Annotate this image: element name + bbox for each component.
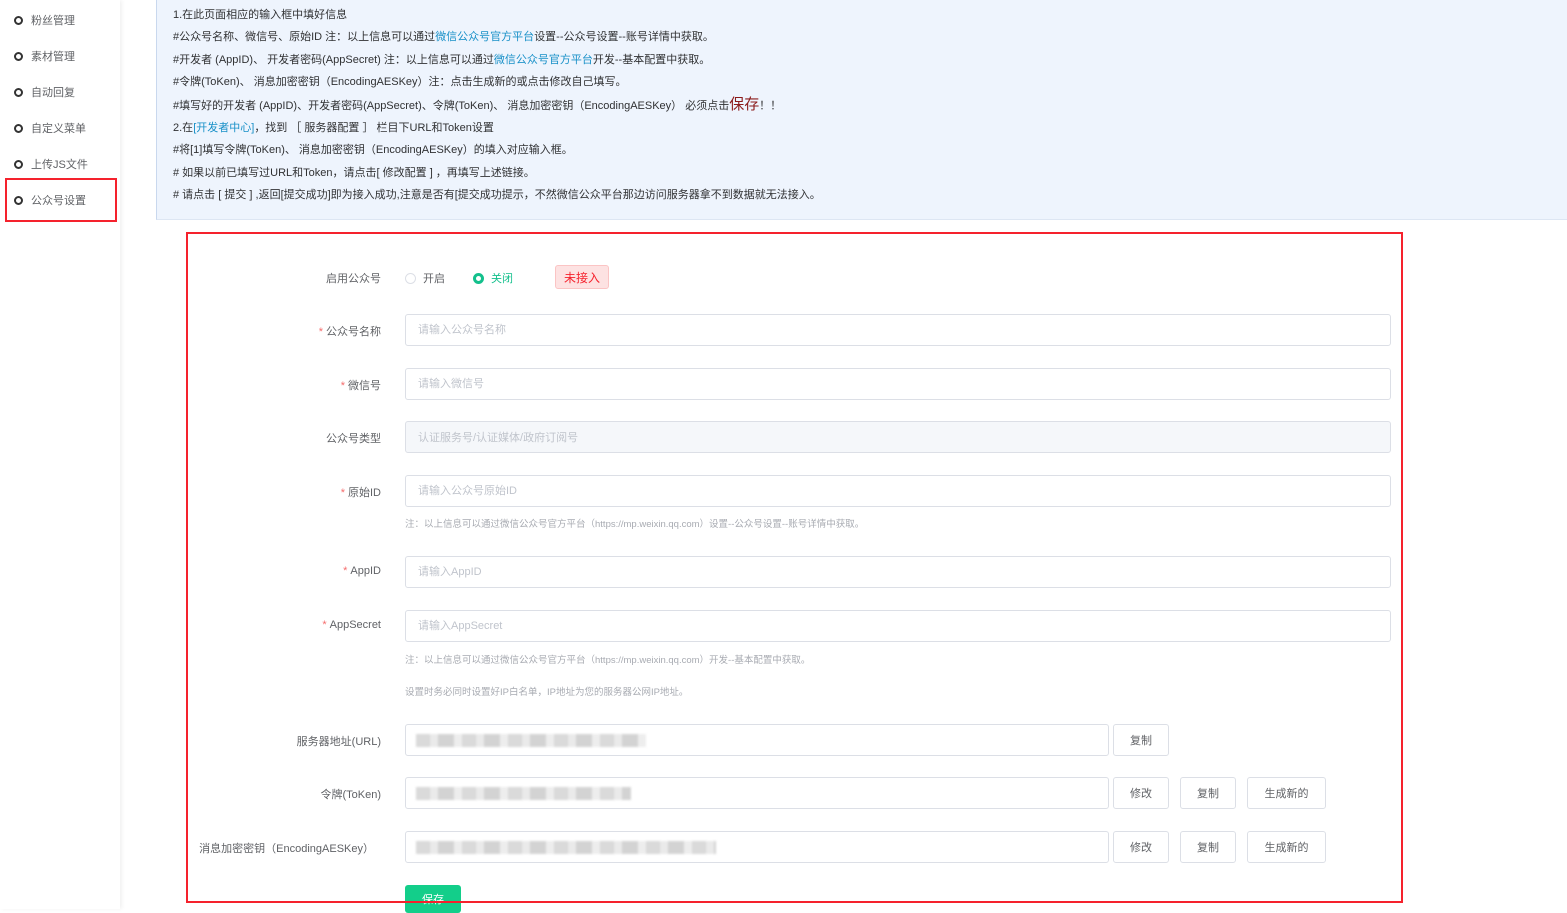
radio-on[interactable]: 开启	[405, 270, 445, 286]
instruction-line: 2.在[开发者中心]，找到 ［ 服务器配置 ］ 栏目下URL和Token设置	[173, 119, 494, 135]
sidebar-item-label: 粉丝管理	[31, 15, 75, 27]
original-id-input[interactable]	[405, 475, 1391, 507]
appid-input[interactable]	[405, 556, 1391, 588]
instruction-line: 1.在此页面相应的输入框中填好信息	[173, 9, 348, 21]
circle-icon	[14, 51, 23, 61]
sidebar-item-label: 上传JS文件	[31, 159, 88, 171]
circle-icon	[14, 123, 23, 133]
enable-label: 启用公众号	[326, 273, 381, 285]
origid-label: * 原始ID	[340, 487, 381, 499]
sidebar: 粉丝管理 素材管理 自动回复 自定义菜单 上传JS文件 公众号设置	[0, 0, 120, 909]
account-name-input[interactable]	[405, 314, 1391, 346]
hint-text: 注：以上信息可以通过微信公众号官方平台（https://mp.weixin.qq…	[405, 655, 811, 666]
sidebar-item-custom-menu[interactable]: 自定义菜单	[14, 118, 86, 138]
aes-key-label: 消息加密密钥（EncodingAESKey）	[199, 843, 374, 855]
official-platform-link[interactable]: 微信公众号官方平台	[494, 54, 593, 66]
hint-text: 注：以上信息可以通过微信公众号官方平台（https://mp.weixin.qq…	[405, 519, 865, 530]
developer-center-link[interactable]: [开发者中心]	[193, 122, 254, 134]
text: #开发者 (AppID)、 开发者密码(AppSecret) 注：以上信息可以通…	[173, 54, 494, 66]
label-text: 原始ID	[348, 487, 381, 499]
text: 2.在	[173, 122, 194, 134]
token-label: 令牌(ToKen)	[320, 789, 381, 801]
generate-token-button[interactable]: 生成新的	[1247, 777, 1326, 809]
radio-off[interactable]: 关闭	[473, 270, 513, 286]
appsecret-input[interactable]	[405, 610, 1391, 642]
label-text: 微信号	[348, 380, 381, 392]
redacted-value	[416, 787, 631, 800]
modify-token-button[interactable]: 修改	[1113, 777, 1169, 809]
name-label: * 公众号名称	[318, 326, 381, 338]
label-text: 公众号名称	[326, 326, 381, 338]
modify-aes-button[interactable]: 修改	[1113, 831, 1169, 863]
save-emphasis: 保存	[729, 96, 760, 113]
instruction-line: #填写好的开发者 (AppID)、开发者密码(AppSecret)、令牌(ToK…	[173, 93, 781, 114]
radio-circle-checked	[473, 272, 484, 284]
instruction-line: #将[1]填写令牌(ToKen)、 消息加密密钥（EncodingAESKey）…	[173, 144, 573, 156]
aes-key-input[interactable]	[405, 831, 1109, 863]
sidebar-item-fans[interactable]: 粉丝管理	[14, 10, 75, 30]
instruction-line: #公众号名称、微信号、原始ID 注：以上信息可以通过微信公众号官方平台设置--公…	[173, 28, 714, 44]
hint-text: 设置时务必同时设置好IP白名单，IP地址为您的服务器公网IP地址。	[405, 687, 689, 698]
sidebar-item-materials[interactable]: 素材管理	[14, 46, 75, 66]
copy-aes-button[interactable]: 复制	[1180, 831, 1236, 863]
radio-label: 关闭	[491, 273, 513, 285]
instructions-panel: 1.在此页面相应的输入框中填好信息 #公众号名称、微信号、原始ID 注：以上信息…	[156, 0, 1567, 220]
label-text: AppID	[350, 565, 381, 577]
copy-token-button[interactable]: 复制	[1180, 777, 1236, 809]
sidebar-item-label: 自动回复	[31, 87, 75, 99]
server-url-input[interactable]	[405, 724, 1109, 756]
text: 设置--公众号设置--账号详情中获取。	[534, 31, 714, 43]
highlight-box	[5, 178, 117, 222]
circle-icon	[14, 15, 23, 25]
account-type-input	[405, 421, 1391, 453]
circle-icon	[14, 159, 23, 169]
label-text: AppSecret	[329, 619, 381, 631]
instruction-line: #令牌(ToKen)、 消息加密密钥（EncodingAESKey）注：点击生成…	[173, 76, 627, 88]
status-badge: 未接入	[555, 265, 609, 289]
text: #公众号名称、微信号、原始ID 注：以上信息可以通过	[173, 31, 436, 43]
official-platform-link[interactable]: 微信公众号官方平台	[435, 31, 534, 43]
appid-label: * AppID	[343, 565, 381, 577]
type-label: 公众号类型	[326, 433, 381, 445]
copy-url-button[interactable]: 复制	[1113, 724, 1169, 756]
sidebar-item-label: 自定义菜单	[31, 123, 86, 135]
sidebar-item-upload-js[interactable]: 上传JS文件	[14, 154, 88, 174]
wechat-label: * 微信号	[340, 380, 381, 392]
url-label: 服务器地址(URL)	[296, 736, 381, 748]
sidebar-item-auto-reply[interactable]: 自动回复	[14, 82, 75, 102]
sidebar-item-label: 素材管理	[31, 51, 75, 63]
secret-label: * AppSecret	[322, 619, 381, 631]
instruction-line: #开发者 (AppID)、 开发者密码(AppSecret) 注：以上信息可以通…	[173, 51, 710, 67]
circle-icon	[14, 87, 23, 97]
token-input[interactable]	[405, 777, 1109, 809]
text: #填写好的开发者 (AppID)、开发者密码(AppSecret)、令牌(ToK…	[173, 100, 730, 112]
radio-label: 开启	[423, 273, 445, 285]
instruction-line: # 如果以前已填写过URL和Token，请点击[ 修改配置 ] ，再填写上述链接…	[173, 167, 535, 179]
redacted-value	[416, 734, 646, 747]
wechat-id-input[interactable]	[405, 368, 1391, 400]
instruction-line: # 请点击 [ 提交 ] ,返回[提交成功]即为接入成功,注意是否有[提交成功提…	[173, 189, 821, 201]
text: ！！	[759, 100, 782, 112]
radio-circle	[405, 272, 416, 284]
generate-aes-button[interactable]: 生成新的	[1247, 831, 1326, 863]
text: 开发--基本配置中获取。	[592, 54, 711, 66]
text: ，找到 ［ 服务器配置 ］ 栏目下URL和Token设置	[254, 122, 494, 134]
redacted-value	[416, 841, 716, 854]
